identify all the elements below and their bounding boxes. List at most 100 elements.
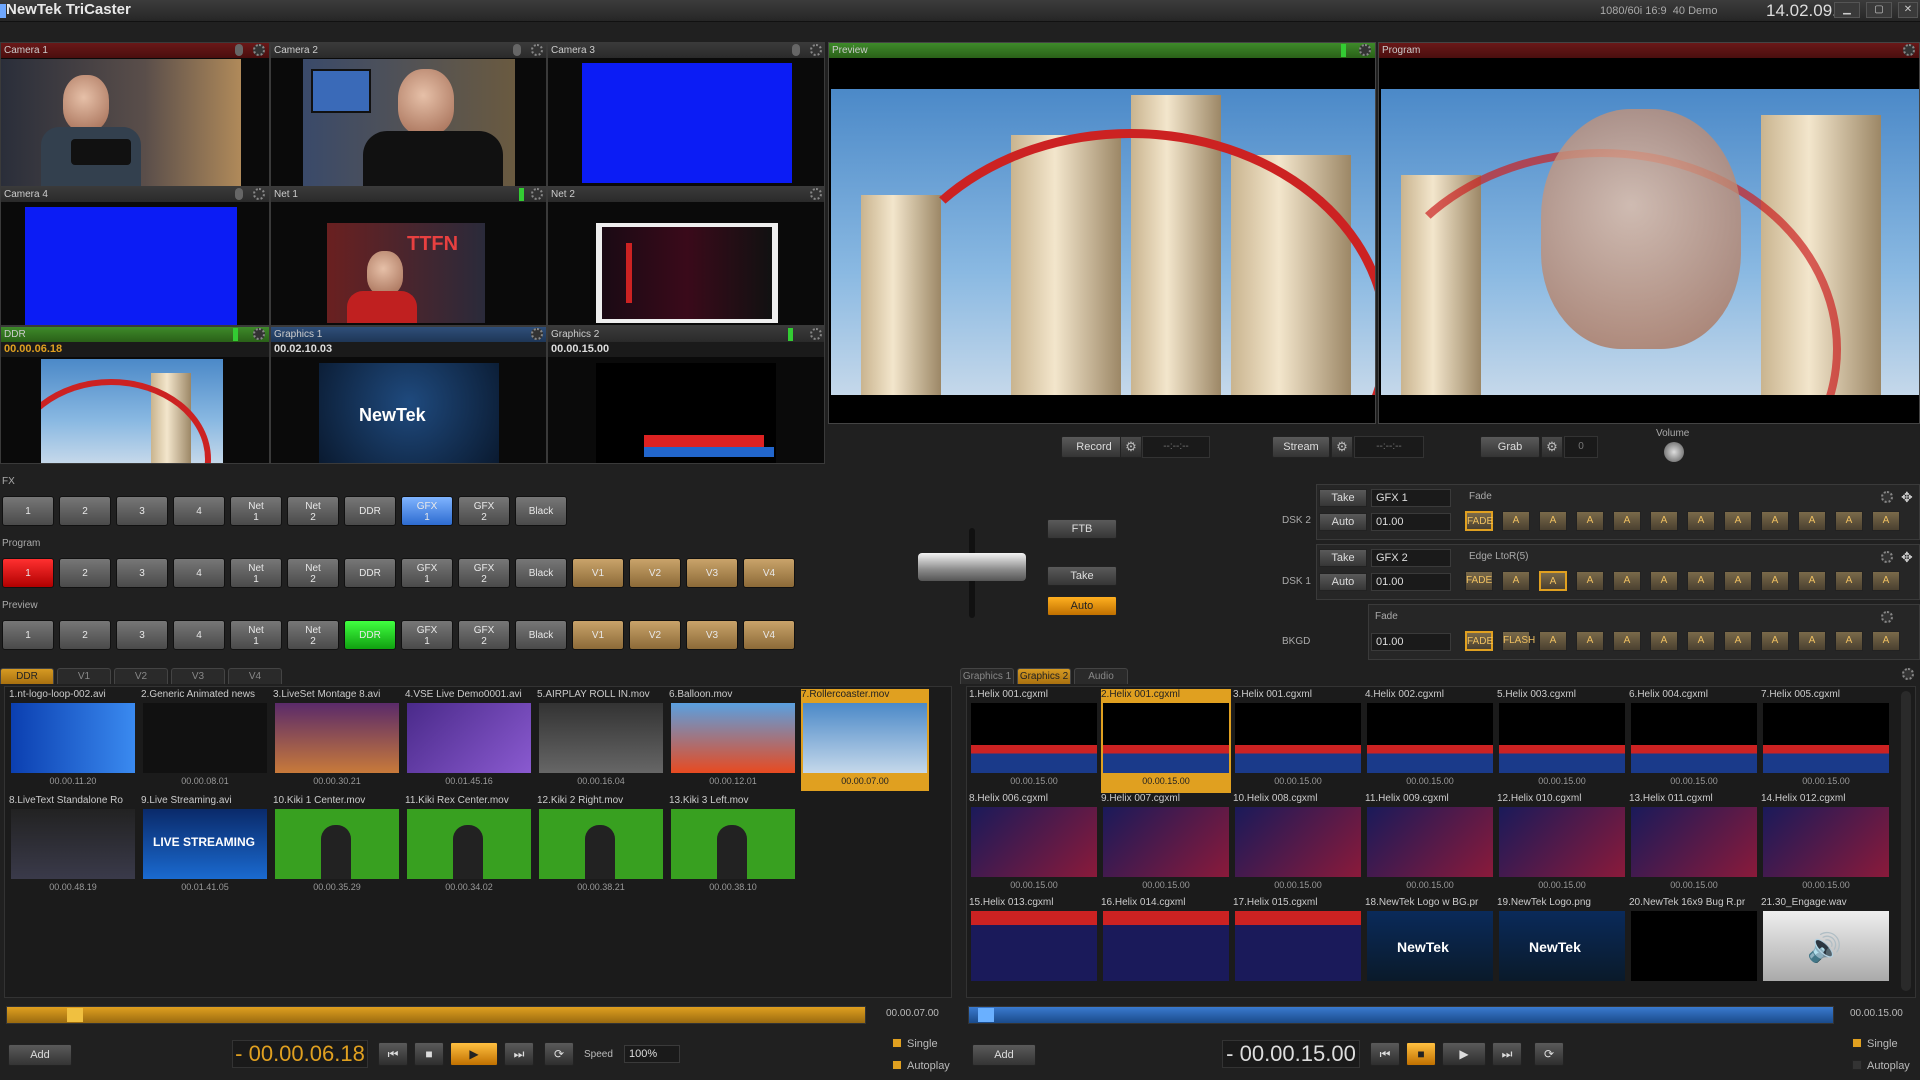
switcher-button[interactable]: V3 bbox=[686, 558, 738, 588]
maximize-icon[interactable]: ▢ bbox=[1866, 2, 1892, 18]
transition-thumb[interactable]: A bbox=[1872, 571, 1900, 591]
dsk1-rate-select[interactable]: 01.00 bbox=[1371, 573, 1451, 591]
transition-thumb[interactable]: A bbox=[1576, 631, 1604, 651]
ddr-scrub-bar[interactable] bbox=[6, 1006, 866, 1024]
transition-thumb[interactable]: A bbox=[1835, 631, 1863, 651]
loop-icon[interactable]: ⟳ bbox=[1534, 1042, 1564, 1066]
switcher-button[interactable]: Black bbox=[515, 558, 567, 588]
graphics-clip[interactable]: 15.Helix 013.cgxml bbox=[969, 897, 1099, 1001]
switcher-button[interactable]: 1 bbox=[2, 558, 54, 588]
program-monitor[interactable]: Program bbox=[1378, 42, 1920, 424]
gear-icon[interactable] bbox=[253, 44, 265, 56]
dsk2-take-button[interactable]: Take bbox=[1319, 489, 1367, 507]
next-icon[interactable]: ⏭ bbox=[1492, 1042, 1522, 1066]
switcher-button[interactable]: 3 bbox=[116, 558, 168, 588]
grab-settings-gear-icon[interactable]: ⚙ bbox=[1541, 436, 1563, 458]
transition-thumb[interactable]: A bbox=[1687, 571, 1715, 591]
switcher-button[interactable]: V2 bbox=[629, 558, 681, 588]
play-icon[interactable]: ▶ bbox=[1442, 1042, 1486, 1066]
gear-icon[interactable] bbox=[253, 188, 265, 200]
mic-icon[interactable] bbox=[235, 44, 243, 56]
speed-input[interactable]: 100% bbox=[624, 1045, 680, 1063]
switcher-button[interactable]: Black bbox=[515, 620, 567, 650]
gear-icon[interactable] bbox=[1902, 668, 1914, 680]
dsk2-source-select[interactable]: GFX 1 bbox=[1371, 489, 1451, 507]
graphics-clip[interactable]: 5.Helix 003.cgxml 00.00.15.00 bbox=[1497, 689, 1627, 793]
gear-icon[interactable] bbox=[1881, 551, 1893, 563]
switcher-button[interactable]: Net 1 bbox=[230, 558, 282, 588]
tbar-handle[interactable] bbox=[918, 553, 1026, 581]
graphics-clip[interactable]: 20.NewTek 16x9 Bug R.pr bbox=[1629, 897, 1759, 1001]
switcher-button[interactable]: 2 bbox=[59, 496, 111, 526]
switcher-button[interactable]: GFX 1 bbox=[401, 558, 453, 588]
transition-thumb[interactable]: A bbox=[1761, 571, 1789, 591]
tab-audio-mixer[interactable]: Audio Mixer bbox=[1074, 668, 1128, 697]
switcher-button[interactable]: DDR bbox=[344, 558, 396, 588]
graphics-clip[interactable]: 3.Helix 001.cgxml 00.00.15.00 bbox=[1233, 689, 1363, 793]
transition-thumb[interactable]: A bbox=[1724, 631, 1752, 651]
graphics-clip[interactable]: 13.Helix 011.cgxml 00.00.15.00 bbox=[1629, 793, 1759, 897]
auto-button[interactable]: Auto bbox=[1047, 596, 1117, 616]
monitor-graphics-2[interactable]: Graphics 2 00.00.15.00 bbox=[547, 326, 825, 464]
gear-icon[interactable] bbox=[253, 328, 265, 340]
graphics-clip[interactable]: 21.30_Engage.wav 🔊 bbox=[1761, 897, 1891, 1001]
gear-icon[interactable] bbox=[531, 328, 543, 340]
transition-thumb[interactable]: A bbox=[1613, 631, 1641, 651]
prev-icon[interactable]: ⏮ bbox=[378, 1042, 408, 1066]
transition-thumb[interactable]: A bbox=[1687, 511, 1715, 531]
take-button[interactable]: Take bbox=[1047, 566, 1117, 586]
graphics-clip[interactable]: 14.Helix 012.cgxml 00.00.15.00 bbox=[1761, 793, 1891, 897]
monitor-camera-1[interactable]: Camera 1 bbox=[0, 42, 270, 190]
switcher-button[interactable]: 3 bbox=[116, 620, 168, 650]
gear-icon[interactable] bbox=[531, 44, 543, 56]
monitor-camera-3[interactable]: Camera 3 bbox=[547, 42, 825, 190]
gear-icon[interactable] bbox=[1903, 44, 1915, 56]
tab-ddr[interactable]: DDR bbox=[0, 668, 54, 684]
transition-thumb[interactable]: A bbox=[1872, 511, 1900, 531]
switcher-button[interactable]: V4 bbox=[743, 558, 795, 588]
dsk2-auto-button[interactable]: Auto bbox=[1319, 513, 1367, 531]
next-icon[interactable]: ⏭ bbox=[504, 1042, 534, 1066]
transition-thumb[interactable]: A bbox=[1835, 511, 1863, 531]
switcher-button[interactable]: 4 bbox=[173, 620, 225, 650]
grab-button[interactable]: Grab bbox=[1480, 436, 1540, 458]
ftb-button[interactable]: FTB bbox=[1047, 519, 1117, 539]
ddr-clip[interactable]: 3.LiveSet Montage 8.avi 00.00.30.21 bbox=[273, 689, 401, 791]
transition-thumb[interactable]: A bbox=[1650, 571, 1678, 591]
play-icon[interactable]: ▶ bbox=[450, 1042, 498, 1066]
transition-thumb[interactable]: A bbox=[1502, 511, 1530, 531]
gear-icon[interactable] bbox=[810, 328, 822, 340]
graphics-scrollbar[interactable] bbox=[1901, 691, 1911, 991]
prev-icon[interactable]: ⏮ bbox=[1370, 1042, 1400, 1066]
switcher-button[interactable]: GFX 2 bbox=[458, 496, 510, 526]
transition-thumb[interactable]: A bbox=[1761, 631, 1789, 651]
scrub-handle[interactable] bbox=[67, 1008, 84, 1022]
switcher-button[interactable]: DDR bbox=[344, 620, 396, 650]
ddr-clip[interactable]: 4.VSE Live Demo0001.avi 00.01.45.16 bbox=[405, 689, 533, 791]
stream-button[interactable]: Stream bbox=[1272, 436, 1330, 458]
switcher-button[interactable]: 4 bbox=[173, 558, 225, 588]
dsk1-source-select[interactable]: GFX 2 bbox=[1371, 549, 1451, 567]
switcher-button[interactable]: GFX 1 bbox=[401, 496, 453, 526]
transition-thumb[interactable]: A bbox=[1650, 631, 1678, 651]
ddr-clip[interactable]: 6.Balloon.mov 00.00.12.01 bbox=[669, 689, 797, 791]
ddr-clip[interactable]: 12.Kiki 2 Right.mov 00.00.38.21 bbox=[537, 795, 665, 897]
mic-icon[interactable] bbox=[513, 44, 521, 56]
gear-icon[interactable] bbox=[810, 188, 822, 200]
graphics-clip[interactable]: 16.Helix 014.cgxml bbox=[1101, 897, 1231, 1001]
graphics-clip[interactable]: 2.Helix 001.cgxml 00.00.15.00 bbox=[1101, 689, 1231, 793]
ddr-clip[interactable]: 10.Kiki 1 Center.mov 00.00.35.29 bbox=[273, 795, 401, 897]
graphics-clip[interactable]: 6.Helix 004.cgxml 00.00.15.00 bbox=[1629, 689, 1759, 793]
stop-icon[interactable]: ■ bbox=[1406, 1042, 1436, 1066]
ddr-clip[interactable]: 2.Generic Animated news 00.00.08.01 bbox=[141, 689, 269, 791]
transition-thumb[interactable]: A bbox=[1724, 511, 1752, 531]
mic-icon[interactable] bbox=[792, 44, 800, 56]
graphics-clip[interactable]: 4.Helix 002.cgxml 00.00.15.00 bbox=[1365, 689, 1495, 793]
graphics-clip[interactable]: 11.Helix 009.cgxml 00.00.15.00 bbox=[1365, 793, 1495, 897]
transition-thumb[interactable]: A bbox=[1687, 631, 1715, 651]
record-button[interactable]: Record bbox=[1061, 436, 1127, 458]
switcher-button[interactable]: GFX 1 bbox=[401, 620, 453, 650]
minimize-icon[interactable]: ▁ bbox=[1834, 2, 1860, 18]
move-icon[interactable]: ✥ bbox=[1901, 549, 1917, 565]
graphics-clip[interactable]: 8.Helix 006.cgxml 00.00.15.00 bbox=[969, 793, 1099, 897]
